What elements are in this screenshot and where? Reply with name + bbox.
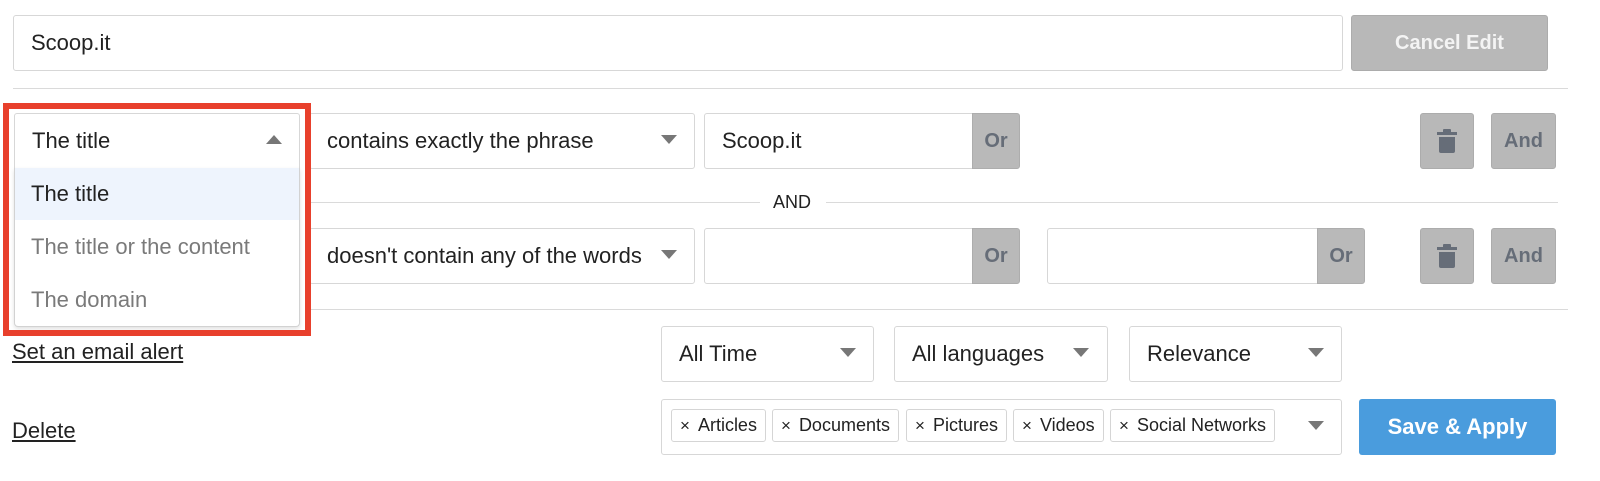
rule2-term1-input[interactable]: [704, 228, 973, 284]
rule1-delete-button[interactable]: [1420, 113, 1474, 169]
rule1-and-button[interactable]: And: [1491, 113, 1556, 169]
close-icon[interactable]: ×: [781, 416, 791, 436]
caret-down-icon: [661, 135, 677, 144]
caret-down-icon: [1308, 348, 1324, 357]
caret-down-icon: [1073, 348, 1089, 357]
divider-top: [13, 88, 1568, 89]
chip-social-networks[interactable]: × Social Networks: [1110, 409, 1275, 442]
rule2-and-label: And: [1504, 244, 1543, 267]
separator-line-left: [310, 202, 760, 203]
chip-label: Articles: [697, 415, 757, 435]
caret-down-icon: [840, 348, 856, 357]
rule1-field-select[interactable]: The title: [14, 113, 300, 169]
divider-rules: [310, 309, 1568, 310]
rule2-or-button-1[interactable]: Or: [972, 228, 1020, 284]
rule2-or-label-2: Or: [1329, 244, 1353, 267]
dropdown-option-title-or-content[interactable]: The title or the content: [15, 221, 299, 273]
search-name-input[interactable]: Scoop.it: [13, 15, 1343, 71]
chip-videos[interactable]: × Videos: [1013, 409, 1104, 442]
delete-link[interactable]: Delete: [12, 418, 76, 444]
rule2-delete-button[interactable]: [1420, 228, 1474, 284]
chip-articles[interactable]: × Articles: [671, 409, 766, 442]
rule2-term2-input[interactable]: [1047, 228, 1318, 284]
dropdown-option-domain[interactable]: The domain: [15, 274, 299, 326]
language-filter-select[interactable]: All languages: [894, 326, 1108, 382]
cancel-edit-button[interactable]: Cancel Edit: [1351, 15, 1548, 71]
chip-label: Social Networks: [1136, 415, 1266, 435]
sort-filter-select[interactable]: Relevance: [1129, 326, 1342, 382]
chip-label: Videos: [1039, 415, 1095, 435]
caret-down-icon: [1308, 421, 1324, 430]
rule2-or-button-2[interactable]: Or: [1317, 228, 1365, 284]
separator-line-right: [826, 202, 1558, 203]
time-filter-value: All Time: [679, 341, 758, 366]
close-icon[interactable]: ×: [915, 416, 925, 436]
rule2-and-button[interactable]: And: [1491, 228, 1556, 284]
rule1-field-value: The title: [32, 128, 111, 153]
chip-documents[interactable]: × Documents: [772, 409, 899, 442]
dropdown-option-label: The title or the content: [31, 234, 250, 259]
rule1-or-label: Or: [984, 129, 1008, 152]
dropdown-option-title[interactable]: The title: [15, 168, 299, 220]
chip-label: Documents: [798, 415, 890, 435]
chip-pictures[interactable]: × Pictures: [906, 409, 1007, 442]
search-name-value: Scoop.it: [31, 30, 111, 55]
save-apply-button[interactable]: Save & Apply: [1359, 399, 1556, 455]
rule2-operator-select[interactable]: doesn't contain any of the words: [309, 228, 695, 284]
sort-filter-value: Relevance: [1147, 341, 1251, 366]
time-filter-select[interactable]: All Time: [661, 326, 874, 382]
rule2-or-label-1: Or: [984, 244, 1008, 267]
rule1-operator-value: contains exactly the phrase: [327, 128, 594, 153]
rule1-field-dropdown-list: The title The title or the content The d…: [14, 168, 300, 327]
rule1-and-label: And: [1504, 129, 1543, 152]
close-icon[interactable]: ×: [1022, 416, 1032, 436]
close-icon[interactable]: ×: [1119, 416, 1129, 436]
trash-icon: [1437, 129, 1457, 153]
chip-label: Pictures: [932, 415, 998, 435]
rule1-term-input[interactable]: Scoop.it: [704, 113, 973, 169]
caret-down-icon: [661, 250, 677, 259]
rule1-operator-select[interactable]: contains exactly the phrase: [309, 113, 695, 169]
separator-label: AND: [772, 192, 811, 212]
rule1-term-value: Scoop.it: [722, 128, 802, 153]
rule2-operator-value: doesn't contain any of the words: [327, 243, 642, 268]
email-alert-link[interactable]: Set an email alert: [12, 339, 183, 365]
caret-up-icon: [266, 135, 282, 144]
cancel-edit-label: Cancel Edit: [1395, 31, 1504, 54]
rule1-or-button[interactable]: Or: [972, 113, 1020, 169]
close-icon[interactable]: ×: [680, 416, 690, 436]
dropdown-option-label: The title: [31, 181, 110, 206]
save-apply-label: Save & Apply: [1387, 414, 1528, 439]
language-filter-value: All languages: [912, 341, 1045, 366]
trash-icon: [1437, 244, 1457, 268]
dropdown-option-label: The domain: [31, 287, 148, 312]
